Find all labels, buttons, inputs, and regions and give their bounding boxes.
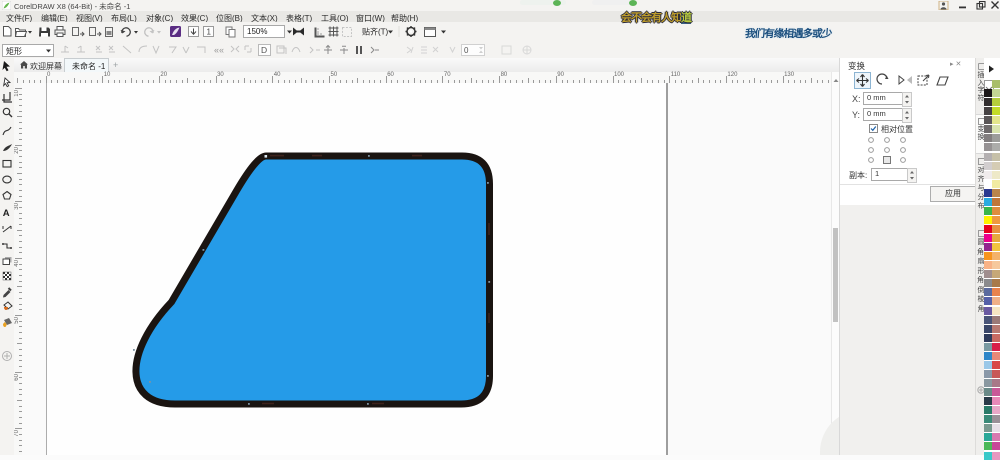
svg-text:««: ««: [214, 45, 224, 55]
svg-text:150%: 150%: [247, 27, 267, 36]
svg-text:1: 1: [207, 28, 212, 37]
svg-text:D: D: [261, 45, 267, 55]
svg-text:A: A: [3, 208, 10, 219]
svg-text:贴齐(T): 贴齐(T): [362, 27, 389, 37]
svg-text:0: 0: [464, 46, 469, 55]
